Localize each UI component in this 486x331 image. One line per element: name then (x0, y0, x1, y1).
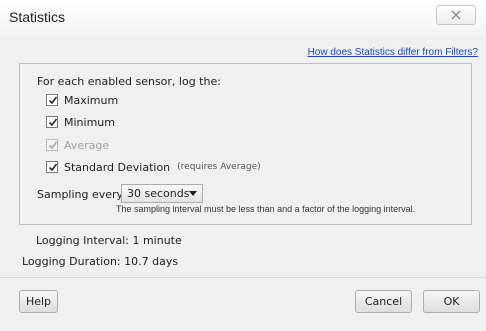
sampling-hint: The sampling interval must be less than … (116, 204, 416, 214)
maximum-label: Maximum (64, 93, 119, 107)
checkmark-icon (48, 141, 58, 150)
option-minimum[interactable]: Minimum (46, 114, 115, 130)
option-maximum[interactable]: Maximum (46, 92, 118, 108)
title-bar: Statistics (0, 0, 486, 36)
chevron-down-icon (189, 191, 197, 196)
average-checkbox (46, 139, 58, 151)
close-icon (451, 10, 461, 20)
dialog-title: Statistics (9, 9, 66, 25)
checkmark-icon (48, 96, 58, 105)
statistics-vs-filters-link[interactable]: How does Statistics differ from Filters? (308, 47, 478, 58)
standard-deviation-checkbox[interactable] (46, 161, 58, 173)
help-button[interactable]: Help (19, 290, 58, 313)
checkmark-icon (48, 118, 58, 127)
maximum-checkbox[interactable] (46, 94, 58, 106)
logging-duration-text: Logging Duration: 10.7 days (22, 255, 179, 268)
sampling-interval-select[interactable]: 30 seconds (121, 184, 203, 203)
requires-average-note: (requires Average) (177, 162, 261, 172)
statistics-options-panel: For each enabled sensor, log the: Maximu… (19, 63, 472, 225)
checkmark-icon (48, 163, 58, 172)
close-button[interactable] (436, 5, 476, 25)
option-standard-deviation[interactable]: Standard Deviation (requires Average) (46, 159, 261, 175)
average-label: Average (64, 138, 110, 152)
cancel-button[interactable]: Cancel (355, 290, 412, 313)
ok-button[interactable]: OK (423, 290, 480, 313)
standard-deviation-label: Standard Deviation (64, 160, 171, 174)
option-average: Average (46, 137, 109, 153)
statistics-dialog: Statistics How does Statistics differ fr… (0, 0, 486, 331)
sampling-label: Sampling every: (37, 188, 126, 201)
dialog-footer: Help Cancel OK (0, 278, 486, 331)
logging-interval-text: Logging Interval: 1 minute (36, 234, 182, 247)
sampling-interval-value: 30 seconds (127, 187, 190, 200)
minimum-checkbox[interactable] (46, 116, 58, 128)
minimum-label: Minimum (64, 115, 115, 129)
intro-text: For each enabled sensor, log the: (37, 75, 221, 88)
